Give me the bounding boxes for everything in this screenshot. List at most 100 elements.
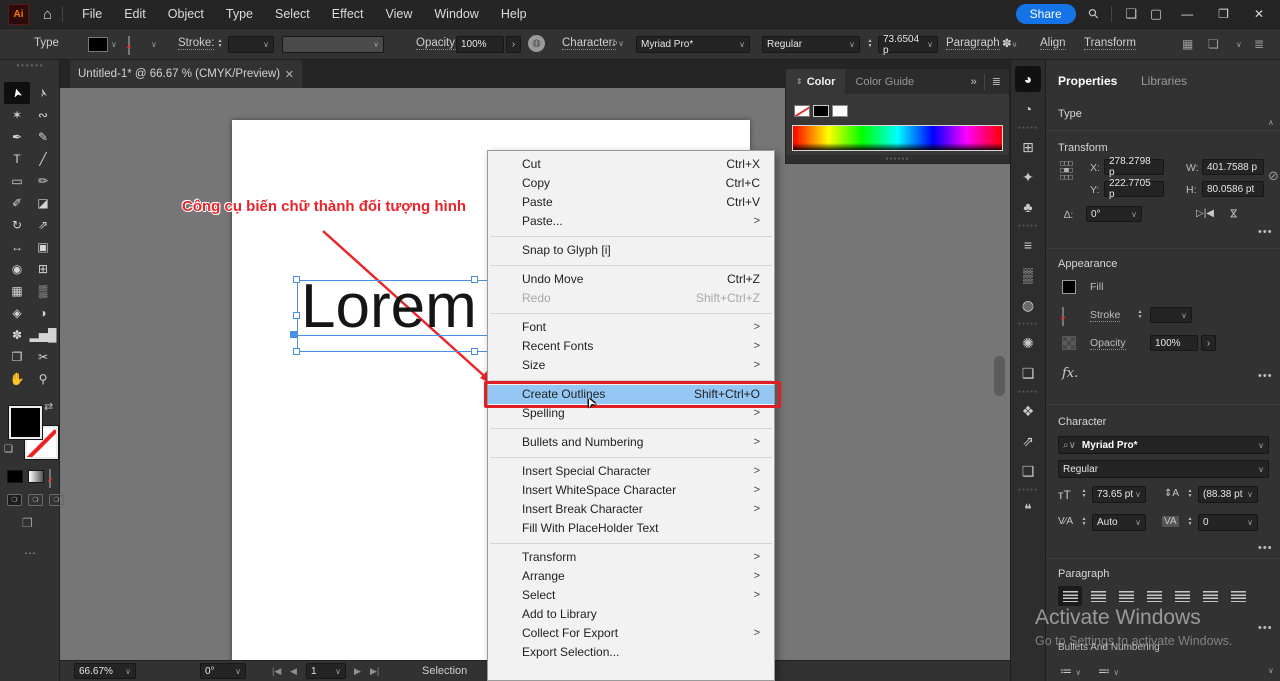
align-right-button[interactable] bbox=[1114, 586, 1138, 606]
swatches-panel-icon[interactable]: ⊞ bbox=[1015, 134, 1041, 160]
brushes-panel-icon[interactable]: ✦ bbox=[1015, 164, 1041, 190]
drag-handle[interactable]: ●●●●● bbox=[1018, 388, 1038, 396]
selection-tool[interactable]: ➤ bbox=[4, 82, 30, 104]
menu-view[interactable]: View bbox=[375, 7, 424, 21]
stroke-panel-icon[interactable]: ≡ bbox=[1015, 232, 1041, 258]
bullet-list-icon[interactable]: ≔ ∨ bbox=[1060, 664, 1081, 678]
perspective-grid-tool[interactable]: ⊞ bbox=[30, 258, 56, 280]
leading-stepper[interactable]: ▲▼ bbox=[1186, 489, 1194, 499]
drag-handle[interactable]: ●●●●● bbox=[1018, 222, 1038, 230]
x-field[interactable]: 278.2798 p bbox=[1104, 159, 1164, 175]
symbols-panel-icon[interactable]: ♣ bbox=[1015, 194, 1041, 220]
symbol-sprayer-tool[interactable]: ✽ bbox=[4, 324, 30, 346]
flip-vertical-icon[interactable]: ⋈ bbox=[1228, 209, 1239, 219]
more-options-icon[interactable]: ••• bbox=[1258, 226, 1273, 238]
stroke-width-field[interactable]: ∨ bbox=[1150, 307, 1192, 323]
fx-button[interactable]: fx. bbox=[1062, 366, 1078, 381]
export-panel-icon[interactable]: ⇗ bbox=[1015, 428, 1041, 454]
menu-item-snap-to-glyph-i[interactable]: Snap to Glyph [i] bbox=[488, 241, 774, 260]
zoom-tool[interactable]: ⚲ bbox=[30, 368, 56, 390]
hand-tool[interactable]: ✋ bbox=[4, 368, 30, 390]
color-spectrum-bar[interactable] bbox=[792, 125, 1003, 151]
free-transform-tool[interactable]: ▣ bbox=[30, 236, 56, 258]
restore-button[interactable]: ❐ bbox=[1212, 7, 1235, 21]
menu-item-collect-for-export[interactable]: Collect For Export> bbox=[488, 624, 774, 643]
opacity-link-label[interactable]: Opacity bbox=[1090, 337, 1126, 350]
eraser-tool[interactable]: ◪ bbox=[30, 192, 56, 214]
menu-item-add-to-library[interactable]: Add to Library bbox=[488, 605, 774, 624]
opacity-label[interactable]: Opacity: bbox=[416, 37, 458, 50]
draw-normal-icon[interactable]: ❍ bbox=[7, 494, 22, 506]
font-size-field[interactable]: 73.65 pt∨ bbox=[1092, 486, 1146, 503]
menu-item-copy[interactable]: CopyCtrl+C bbox=[488, 174, 774, 193]
menu-item-spelling[interactable]: Spelling> bbox=[488, 404, 774, 423]
kerning-stepper[interactable]: ▲▼ bbox=[1080, 517, 1088, 527]
paragraph-composer-icon[interactable]: ✽∨ bbox=[1002, 36, 1018, 50]
menu-item-undo-move[interactable]: Undo MoveCtrl+Z bbox=[488, 270, 774, 289]
edit-toolbar-icon[interactable]: ⋯ bbox=[24, 546, 36, 560]
font-size-field[interactable]: 73.6504 p∨ bbox=[878, 36, 938, 53]
tracking-stepper[interactable]: ▲▼ bbox=[1186, 517, 1194, 527]
font-family-field[interactable]: Myriad Pro*∨ bbox=[636, 36, 750, 53]
reference-point-selector[interactable]: □□□□■□□□□ bbox=[1060, 160, 1073, 181]
constrain-proportions-unlinked-icon[interactable]: ⊘ bbox=[1268, 168, 1279, 184]
asset-export-panel-icon[interactable]: ❑ bbox=[1015, 458, 1041, 484]
menu-item-create-outlines[interactable]: Create OutlinesShift+Ctrl+O➤ bbox=[488, 385, 774, 404]
drag-handle[interactable]: ●●●●● bbox=[1018, 124, 1038, 132]
swap-fill-stroke-icon[interactable]: ⇄ bbox=[44, 400, 53, 413]
chevron-down-icon[interactable]: ∨ bbox=[151, 40, 157, 49]
menu-item-insert-whitespace-character[interactable]: Insert WhiteSpace Character> bbox=[488, 481, 774, 500]
selection-handle[interactable] bbox=[293, 312, 300, 319]
fill-color-swatch[interactable] bbox=[88, 37, 108, 52]
kerning-field[interactable]: Auto∨ bbox=[1092, 514, 1146, 531]
drag-handle[interactable]: ●●●●● bbox=[1018, 486, 1038, 494]
font-size-stepper[interactable]: ▲▼ bbox=[1080, 489, 1088, 499]
gradient-mode-button[interactable] bbox=[28, 470, 44, 483]
menu-effect[interactable]: Effect bbox=[321, 7, 375, 21]
y-field[interactable]: 222.7705 p bbox=[1104, 181, 1164, 197]
recolor-artwork-icon[interactable]: ◍ bbox=[528, 35, 545, 52]
tab-color[interactable]: ⇕Color bbox=[786, 69, 845, 94]
align-center-button[interactable] bbox=[1086, 586, 1110, 606]
menu-item-recent-fonts[interactable]: Recent Fonts> bbox=[488, 337, 774, 356]
menu-select[interactable]: Select bbox=[264, 7, 321, 21]
opacity-swatch[interactable] bbox=[1062, 336, 1076, 350]
color-guide-panel-icon[interactable]: ◔ bbox=[1015, 96, 1041, 122]
previous-artboard-icon[interactable]: ◀ bbox=[290, 666, 297, 677]
more-options-icon[interactable]: ••• bbox=[1258, 542, 1273, 554]
minimize-button[interactable]: — bbox=[1175, 7, 1199, 21]
stroke-width-stepper[interactable]: ▲▼ bbox=[216, 39, 224, 49]
close-button[interactable]: ✕ bbox=[1248, 7, 1270, 21]
scroll-down-icon[interactable]: ∨ bbox=[1268, 666, 1274, 675]
app-logo-icon[interactable]: Ai bbox=[8, 4, 29, 25]
tracking-field[interactable]: 0∨ bbox=[1198, 514, 1258, 531]
font-search-icon[interactable]: ⌕∨ bbox=[612, 37, 624, 50]
scroll-up-icon[interactable]: ∧ bbox=[1268, 118, 1274, 127]
fill-color-indicator[interactable] bbox=[9, 406, 42, 439]
menu-item-export-selection[interactable]: Export Selection... bbox=[488, 643, 774, 662]
stroke-width-field[interactable]: ∨ bbox=[228, 36, 274, 53]
opacity-field[interactable]: 100% bbox=[456, 36, 504, 53]
menu-window[interactable]: Window bbox=[423, 7, 489, 21]
tab-properties[interactable]: Properties bbox=[1058, 74, 1117, 88]
fill-swatch[interactable] bbox=[1062, 280, 1076, 294]
shaper-tool[interactable]: ✐ bbox=[4, 192, 30, 214]
menu-item-insert-special-character[interactable]: Insert Special Character> bbox=[488, 462, 774, 481]
drag-handle[interactable]: ●●●●●● bbox=[786, 155, 1009, 163]
width-tool[interactable]: ↔ bbox=[4, 236, 30, 258]
menu-item-fill-with-placeholder-text[interactable]: Fill With PlaceHolder Text bbox=[488, 519, 774, 538]
font-search-icon[interactable]: ⌕∨ bbox=[1063, 440, 1076, 451]
opacity-more-button[interactable]: › bbox=[1201, 335, 1216, 351]
leading-field[interactable]: (88.38 pt∨ bbox=[1198, 486, 1258, 503]
none-mode-button[interactable] bbox=[49, 469, 51, 488]
blend-tool[interactable]: ◑ bbox=[30, 302, 56, 324]
justify-last-center-button[interactable] bbox=[1170, 586, 1194, 606]
direct-selection-tool[interactable]: ➢ bbox=[30, 82, 56, 104]
transform-label[interactable]: Transform bbox=[1084, 37, 1136, 50]
paragraph-label[interactable]: Paragraph bbox=[946, 37, 1000, 50]
character-label[interactable]: Character: bbox=[562, 37, 616, 50]
selection-handle[interactable] bbox=[471, 276, 478, 283]
paintbrush-tool[interactable]: ✏ bbox=[30, 170, 56, 192]
draw-behind-icon[interactable]: ❍ bbox=[28, 494, 43, 506]
w-field[interactable]: 401.7588 p bbox=[1202, 159, 1264, 175]
